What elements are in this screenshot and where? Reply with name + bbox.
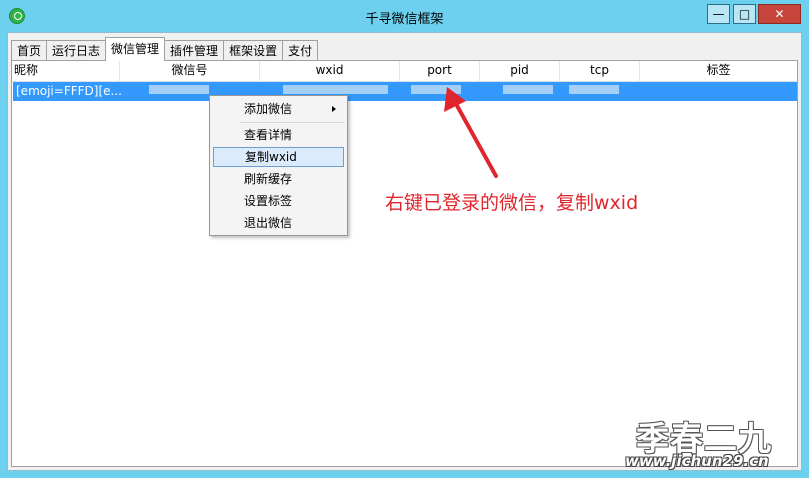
annotation-arrow-icon [444, 87, 498, 178]
watermark-url: www.jichun29.cn [625, 452, 769, 470]
tab-wechat-manage[interactable]: 微信管理 [105, 37, 166, 61]
main-window: 千寻微信框架 — □ ✕ 首页 运行日志 微信管理 插件管理 框架设置 支付 昵… [0, 0, 809, 478]
annotation-text: 右键已登录的微信，复制wxid [385, 192, 639, 214]
